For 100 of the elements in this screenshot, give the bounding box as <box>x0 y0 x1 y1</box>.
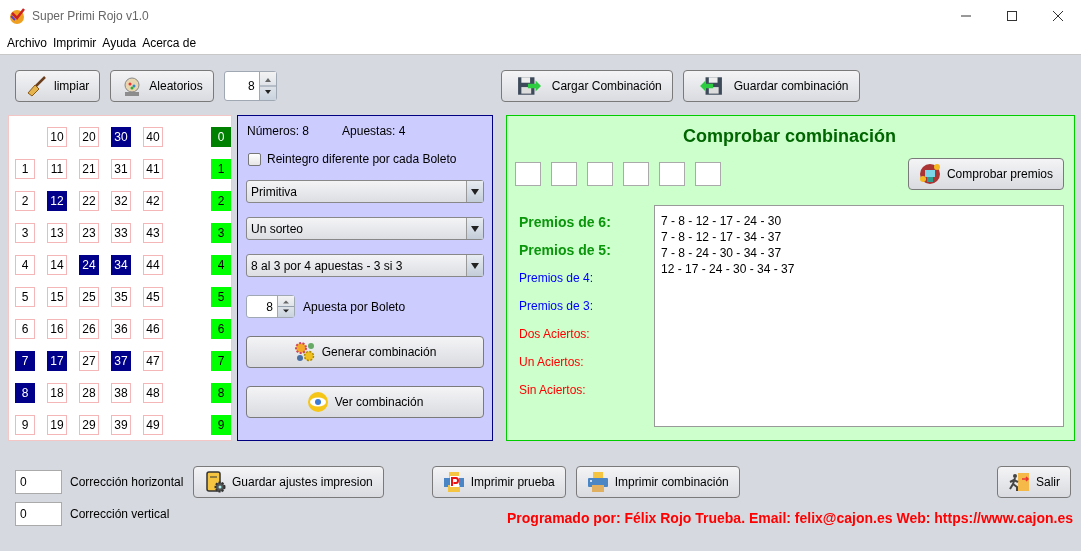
number-cell[interactable]: 43 <box>143 223 163 243</box>
number-cell[interactable]: 30 <box>111 127 131 147</box>
menu-item[interactable]: Imprimir <box>53 34 97 52</box>
menu-item[interactable]: Archivo <box>7 34 47 52</box>
reintegro-cell[interactable]: 8 <box>211 383 231 403</box>
window-title: Super Primi Rojo v1.0 <box>32 9 149 23</box>
number-cell[interactable]: 18 <box>47 383 67 403</box>
number-cell[interactable]: 13 <box>47 223 67 243</box>
random-button[interactable]: Aleatorios <box>110 70 214 102</box>
number-cell[interactable]: 19 <box>47 415 67 435</box>
number-cell[interactable]: 9 <box>15 415 35 435</box>
number-cell[interactable]: 38 <box>111 383 131 403</box>
menu-item[interactable]: Acerca de <box>142 34 197 52</box>
number-cell[interactable]: 49 <box>143 415 163 435</box>
correction-field[interactable]: 0 <box>15 502 62 526</box>
number-cell[interactable]: 2 <box>15 191 35 211</box>
dropdown[interactable]: Un sorteo <box>246 217 484 240</box>
number-cell[interactable]: 3 <box>15 223 35 243</box>
number-cell[interactable]: 31 <box>111 159 131 179</box>
number-cell[interactable]: 37 <box>111 351 131 371</box>
dropdown[interactable]: Primitiva <box>246 180 484 203</box>
number-cell[interactable]: 4 <box>15 255 35 275</box>
number-cell[interactable]: 48 <box>143 383 163 403</box>
bets-spinner[interactable]: 8 <box>246 295 295 318</box>
number-input-field[interactable] <box>695 162 721 186</box>
number-input-field[interactable] <box>659 162 685 186</box>
number-cell[interactable]: 32 <box>111 191 131 211</box>
number-cell[interactable]: 27 <box>79 351 99 371</box>
number-cell[interactable]: 11 <box>47 159 67 179</box>
number-cell[interactable]: 23 <box>79 223 99 243</box>
reintegro-cell[interactable]: 5 <box>211 287 231 307</box>
number-cell[interactable]: 14 <box>47 255 67 275</box>
prize-label: Un Aciertos: <box>519 354 585 371</box>
number-input-field[interactable] <box>515 162 541 186</box>
generate-button[interactable]: Generar combinación <box>246 336 484 368</box>
number-cell[interactable]: 36 <box>111 319 131 339</box>
reintegro-cell[interactable]: 9 <box>211 415 231 435</box>
number-cell[interactable]: 47 <box>143 351 163 371</box>
reintegro-cell[interactable]: 7 <box>211 351 231 371</box>
number-cell[interactable]: 28 <box>79 383 99 403</box>
number-cell[interactable]: 1 <box>15 159 35 179</box>
number-cell[interactable]: 46 <box>143 319 163 339</box>
check-prizes-button[interactable]: Comprobar premios <box>907 158 1064 190</box>
number-cell[interactable]: 39 <box>111 415 131 435</box>
number-cell[interactable]: 16 <box>47 319 67 339</box>
number-cell[interactable]: 7 <box>15 351 35 371</box>
caret-icon <box>471 225 479 232</box>
dropdown[interactable]: 8 al 3 por 4 apuestas - 3 si 3 <box>246 254 484 277</box>
count-spinner[interactable]: 8 <box>223 71 277 101</box>
number-input-field[interactable] <box>623 162 649 186</box>
number-cell[interactable]: 17 <box>47 351 67 371</box>
view-button[interactable]: Ver combinación <box>246 386 484 418</box>
number-cell[interactable]: 33 <box>111 223 131 243</box>
number-cell[interactable]: 29 <box>79 415 99 435</box>
correction-label: Corrección horizontal <box>70 475 185 489</box>
number-cell[interactable]: 45 <box>143 287 163 307</box>
number-cell[interactable]: 10 <box>47 127 67 147</box>
number-cell[interactable]: 35 <box>111 287 131 307</box>
number-cell[interactable]: 42 <box>143 191 163 211</box>
correction-field[interactable]: 0 <box>15 470 62 494</box>
number-cell[interactable]: 44 <box>143 255 163 275</box>
reintegro-cell[interactable]: 3 <box>211 223 231 243</box>
number-cell[interactable]: 15 <box>47 287 67 307</box>
reintegro-cell[interactable]: 1 <box>211 159 231 179</box>
clear-button[interactable]: limpiar <box>15 70 101 102</box>
number-cell[interactable]: 20 <box>79 127 99 147</box>
print-test-button[interactable]: Imprimir prueba <box>431 466 566 498</box>
number-cell[interactable]: 25 <box>79 287 99 307</box>
menu-item[interactable]: Ayuda <box>102 34 137 52</box>
save-print-settings-button[interactable]: Guardar ajustes impresion <box>193 466 384 498</box>
number-input-field[interactable] <box>551 162 577 186</box>
number-cell[interactable]: 5 <box>15 287 35 307</box>
load-combination-button[interactable]: Cargar Combinación <box>500 70 673 102</box>
spinner-label: Apuesta por Boleto <box>303 299 406 314</box>
maximize-icon[interactable] <box>1007 11 1017 21</box>
panel-title: Comprobar combinación <box>683 126 896 147</box>
close-icon[interactable] <box>1053 11 1063 21</box>
number-cell[interactable]: 41 <box>143 159 163 179</box>
exit-button[interactable]: Salir <box>997 466 1071 498</box>
number-cell[interactable]: 40 <box>143 127 163 147</box>
number-cell[interactable]: 12 <box>47 191 67 211</box>
number-cell[interactable]: 22 <box>79 191 99 211</box>
bets-count: Apuestas: 4 <box>342 124 406 138</box>
reintegro-cell[interactable]: 2 <box>211 191 231 211</box>
reintegro-cell[interactable]: 6 <box>211 319 231 339</box>
checkbox[interactable] <box>248 152 261 166</box>
number-cell[interactable]: 24 <box>79 255 99 275</box>
reintegro-cell[interactable]: 4 <box>211 255 231 275</box>
number-cell[interactable]: 34 <box>111 255 131 275</box>
reintegro-cell[interactable]: 0 <box>211 127 231 147</box>
number-input-field[interactable] <box>587 162 613 186</box>
number-cell[interactable]: 26 <box>79 319 99 339</box>
number-cell[interactable]: 6 <box>15 319 35 339</box>
spinner-arrows-icon[interactable] <box>277 296 294 317</box>
save-combination-button[interactable]: Guardar combinación <box>682 70 860 102</box>
spinner-arrows-icon[interactable] <box>258 72 276 100</box>
number-cell[interactable]: 8 <box>15 383 35 403</box>
number-cell[interactable]: 21 <box>79 159 99 179</box>
app-icon <box>8 7 26 25</box>
print-combination-button[interactable]: Imprimir combinación <box>575 466 740 498</box>
